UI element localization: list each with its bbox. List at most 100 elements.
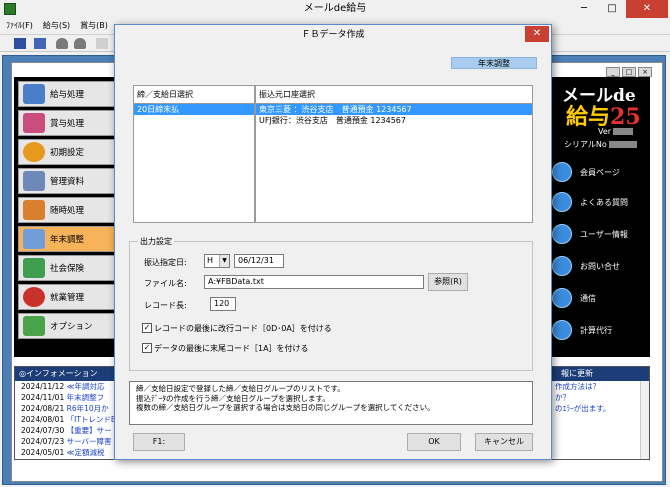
info-link[interactable]: ≪定額減税 xyxy=(67,448,105,457)
update-info-panel: 報に更新 作成方法は？ か？ のｴﾗｰが出ます。 xyxy=(550,366,650,460)
blocks-icon xyxy=(23,316,45,336)
fb-data-dialog: ＦＢデータ作成 ✕ 年末調整 締／支給日選択 20日締末払 振込元口座選択 東京… xyxy=(114,24,552,460)
help-message-box: 締／支給日設定で登録した締／支給日グループのリストです。 振込ﾃﾞｰﾀの作成を行… xyxy=(129,381,533,425)
version-value-redacted xyxy=(613,128,634,135)
child-close-button[interactable]: × xyxy=(638,67,652,77)
source-account-item[interactable]: UFJ銀行：渋谷支店 普通預金 1234567 xyxy=(256,115,532,126)
info-row[interactable]: 2024/11/12 ≪年調対応 xyxy=(15,381,123,392)
serial-label-text: シリアルNo xyxy=(564,140,607,149)
faq-label: よくある質問 xyxy=(580,197,628,207)
update-row[interactable]: 作成方法は？ xyxy=(551,381,649,392)
contact-label: お問い合せ xyxy=(580,261,620,271)
serial-value-redacted xyxy=(608,141,637,148)
menu-item-management-docs[interactable]: 管理資料 xyxy=(18,168,116,194)
info-date: 2024/08/21 xyxy=(21,404,65,413)
info-link[interactable]: 【重要】サー xyxy=(67,426,112,435)
menu-item-label: 給与処理 xyxy=(50,90,85,100)
info-link[interactable]: 「ITトレンドE xyxy=(67,415,116,424)
info-link[interactable]: ≪年調対応 xyxy=(67,382,105,391)
document-icon xyxy=(23,171,45,191)
info-link[interactable]: サーバー障害 xyxy=(67,437,112,446)
closing-date-list-header: 締／支給日選択 xyxy=(134,86,254,104)
f1-button[interactable]: F1: xyxy=(133,433,185,451)
search-icon[interactable] xyxy=(56,38,68,49)
update-row[interactable]: のｴﾗｰが出ます。 xyxy=(551,403,649,414)
menu-item-label: 初期設定 xyxy=(50,148,85,158)
info-row[interactable]: 2024/07/23 サーバー障害 xyxy=(15,436,123,447)
tools-icon xyxy=(23,200,45,220)
menu-salary[interactable]: 給与(S) xyxy=(43,18,70,34)
menu-item-bonus-processing[interactable]: 賞与処理 xyxy=(18,110,116,136)
menu-item-year-end[interactable]: 年末調整 xyxy=(18,226,116,252)
print-icon[interactable] xyxy=(34,38,46,49)
contact-link[interactable]: お問い合せ xyxy=(552,255,648,277)
menu-file[interactable]: ﾌｧｲﾙ(F) xyxy=(6,18,33,34)
menu-item-initial-settings[interactable]: 初期設定 xyxy=(18,139,116,165)
eof-checkbox[interactable]: ✓ xyxy=(142,343,152,353)
output-settings-group: 出力設定 振込指定日: H ▼ 06/12/31 ファイル名: A:¥FBDat… xyxy=(129,236,533,371)
transfer-date-label: 振込指定日: xyxy=(144,258,187,267)
closing-date-item[interactable]: 20日締末払 xyxy=(134,104,254,115)
transfer-date-field[interactable]: 06/12/31 xyxy=(234,254,284,268)
faq-link[interactable]: よくある質問 xyxy=(552,191,648,213)
serial-label: シリアルNo xyxy=(564,139,637,150)
info-row[interactable]: 2024/07/30 【重要】サー xyxy=(15,425,123,436)
info-row[interactable]: 2024/05/01 ≪定額減税 xyxy=(15,447,123,458)
dialog-close-button[interactable]: ✕ xyxy=(525,26,549,42)
clock-icon xyxy=(23,287,45,307)
communication-link[interactable]: 通信 xyxy=(552,287,648,309)
toolbar-extra-icon[interactable] xyxy=(96,38,108,49)
info-date: 2024/07/30 xyxy=(21,426,65,435)
menu-item-label: 社会保険 xyxy=(50,264,85,274)
browse-button[interactable]: 参照(R) xyxy=(428,273,468,291)
calculation-service-label: 計算代行 xyxy=(580,325,612,335)
update-row[interactable]: か？ xyxy=(551,392,649,403)
pen-icon xyxy=(23,113,45,133)
save-icon[interactable] xyxy=(14,38,26,49)
year-end-badge: 年末調整 xyxy=(451,57,537,69)
info-row[interactable]: 2024/11/01 年末調整フ xyxy=(15,392,123,403)
user-info-link[interactable]: ユーザー情報 xyxy=(552,223,648,245)
child-restore-button[interactable]: □ xyxy=(622,67,636,77)
ok-button[interactable]: OK xyxy=(407,433,461,451)
info-date: 2024/07/23 xyxy=(21,437,65,446)
info-link[interactable]: 年末調整フ xyxy=(67,393,105,402)
era-select[interactable]: H ▼ xyxy=(204,254,230,268)
maximize-button[interactable]: □ xyxy=(598,0,626,18)
calculation-service-link[interactable]: 計算代行 xyxy=(552,319,648,341)
menu-item-salary-processing[interactable]: 給与処理 xyxy=(18,81,116,107)
update-scrollbar[interactable] xyxy=(640,381,649,459)
crlf-checkbox[interactable]: ✓ xyxy=(142,323,152,333)
record-length-label: レコード長: xyxy=(144,301,187,310)
source-account-list-header: 振込元口座選択 xyxy=(256,86,532,104)
crlf-checkbox-label: レコードの最後に改行コード［0D･0A］を付ける xyxy=(154,324,332,333)
eof-checkbox-label: データの最後に末尾コード［1A］を付ける xyxy=(154,344,309,353)
record-length-field[interactable]: 120 xyxy=(210,297,236,311)
menu-item-label: 管理資料 xyxy=(50,177,85,187)
minimize-button[interactable]: ─ xyxy=(570,0,598,18)
help-line: 複数の締／支給日グループを選択する場合は支給日の同じグループを選択してください。 xyxy=(136,403,435,412)
menu-item-options[interactable]: オプション xyxy=(18,313,116,339)
info-row[interactable]: 2024/08/01 「ITトレンドE xyxy=(15,414,123,425)
info-link[interactable]: R6年10月か xyxy=(67,404,109,413)
info-date: 2024/05/01 xyxy=(21,448,65,457)
document-pen-icon xyxy=(23,229,45,249)
close-window-button[interactable]: ✕ xyxy=(626,0,668,18)
user-info-label: ユーザー情報 xyxy=(580,229,628,239)
filename-field[interactable]: A:¥FBData.txt xyxy=(204,275,424,289)
menu-bonus[interactable]: 賞与(B) xyxy=(80,18,108,34)
main-window-titlebar: メールde給与 ─ □ ✕ xyxy=(0,0,670,18)
search-detail-icon[interactable] xyxy=(74,38,86,49)
menu-item-social-insurance[interactable]: 社会保険 xyxy=(18,255,116,281)
menu-item-attendance[interactable]: 就業管理 xyxy=(18,284,116,310)
menu-item-label: 随時処理 xyxy=(50,206,85,216)
output-settings-label: 出力設定 xyxy=(138,236,174,247)
menu-item-ad-hoc[interactable]: 随時処理 xyxy=(18,197,116,223)
cancel-button[interactable]: キャンセル xyxy=(475,433,533,451)
member-page-link[interactable]: 会員ページ xyxy=(552,161,648,183)
closing-date-list[interactable]: 締／支給日選択 20日締末払 xyxy=(133,85,255,223)
source-account-list[interactable]: 振込元口座選択 東京三菱 ：渋谷支店 普通預金 1234567 UFJ銀行：渋谷… xyxy=(255,85,533,223)
info-row[interactable]: 2024/08/21 R6年10月か xyxy=(15,403,123,414)
child-minimize-button[interactable]: _ xyxy=(606,67,620,77)
source-account-item[interactable]: 東京三菱 ：渋谷支店 普通預金 1234567 xyxy=(256,104,532,115)
